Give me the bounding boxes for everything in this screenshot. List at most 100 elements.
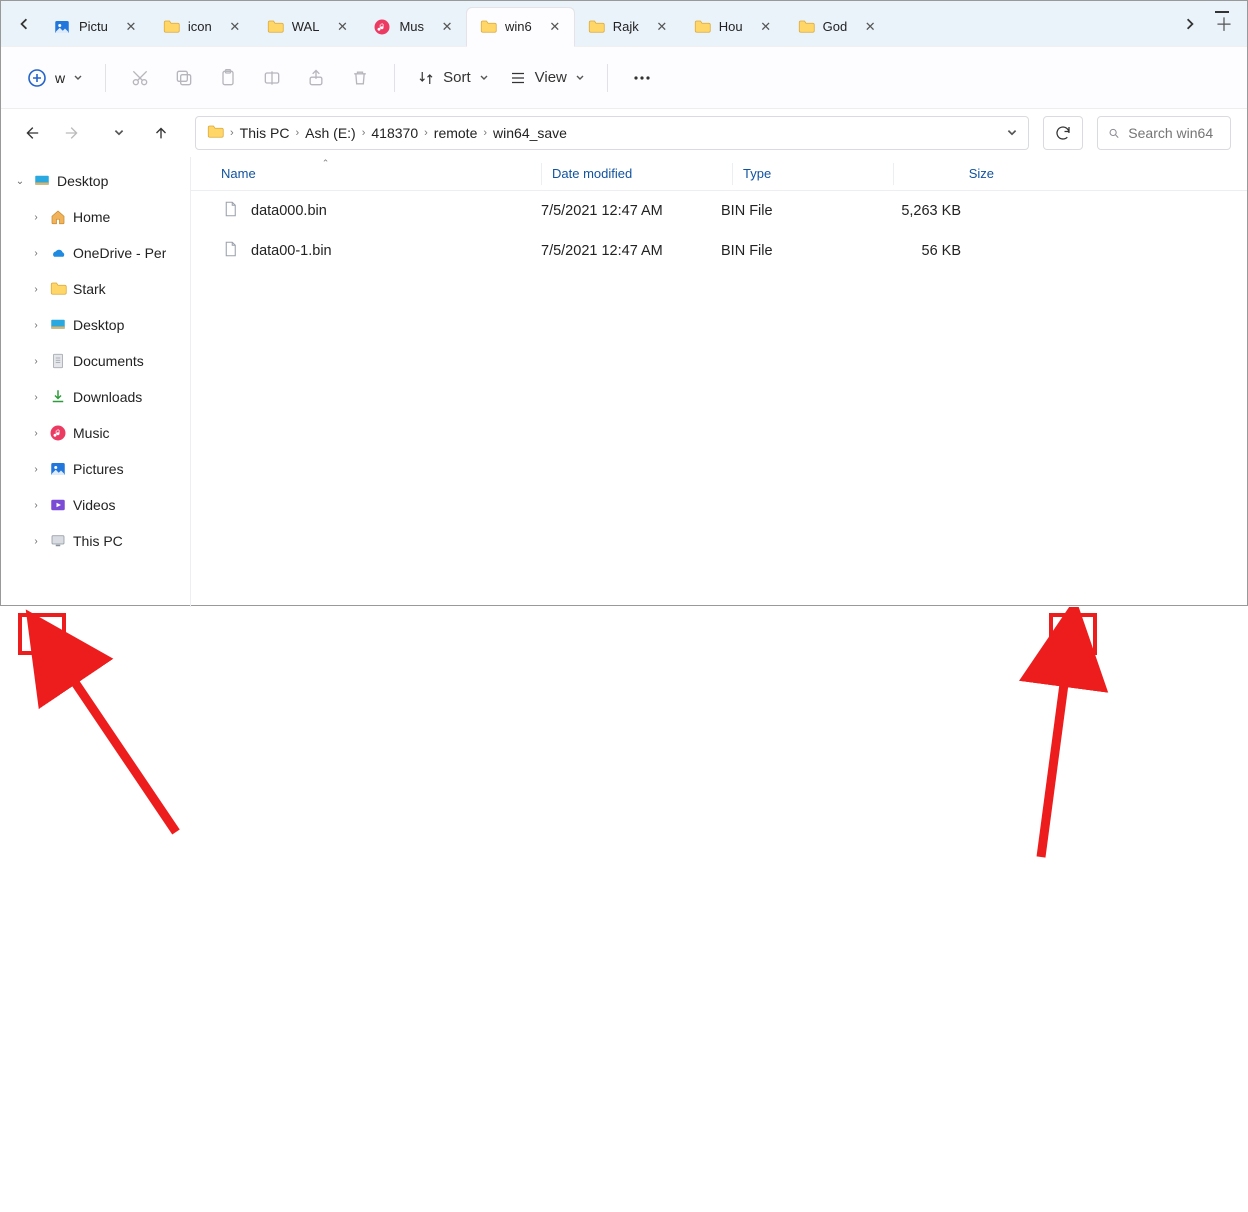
- chevron-right-icon[interactable]: ›: [29, 500, 43, 511]
- tab-close-button[interactable]: ✕: [653, 18, 671, 36]
- nav-back-button[interactable]: [17, 119, 45, 147]
- file-row[interactable]: data000.bin7/5/2021 12:47 AMBIN File5,26…: [191, 191, 1247, 231]
- tree-item-label: Downloads: [73, 389, 142, 405]
- paste-button[interactable]: [208, 58, 248, 98]
- search-box[interactable]: [1097, 116, 1231, 150]
- chevron-right-icon: ›: [362, 127, 366, 139]
- tab-label: Pictu: [79, 19, 108, 34]
- tree-root-desktop[interactable]: ⌄ Desktop: [1, 163, 190, 199]
- breadcrumb-segment[interactable]: Ash (E:): [305, 125, 356, 141]
- tab-win6[interactable]: win6✕: [466, 7, 575, 47]
- chevron-down-icon: [73, 73, 83, 83]
- chevron-right-icon[interactable]: ›: [29, 212, 43, 223]
- file-size: 56 KB: [871, 243, 961, 259]
- tree-item-label: Music: [73, 425, 110, 441]
- tab-close-button[interactable]: ✕: [438, 18, 456, 36]
- file-row[interactable]: data00-1.bin7/5/2021 12:47 AMBIN File56 …: [191, 231, 1247, 271]
- chevron-down-icon[interactable]: ⌄: [13, 176, 27, 187]
- tree-item-stark[interactable]: ›Stark: [1, 271, 190, 307]
- tab-mus[interactable]: Mus ✕: [361, 7, 466, 47]
- chevron-right-icon[interactable]: ›: [29, 392, 43, 403]
- tab-close-button[interactable]: ✕: [226, 18, 244, 36]
- column-date-label: Date modified: [552, 166, 632, 181]
- breadcrumb-segment[interactable]: 418370: [371, 125, 418, 141]
- column-name-label: Name: [221, 166, 256, 181]
- view-button[interactable]: View: [501, 58, 593, 98]
- chevron-right-icon: ›: [483, 127, 487, 139]
- column-type[interactable]: Type: [743, 166, 893, 181]
- toolbar-divider: [105, 64, 106, 92]
- delete-button[interactable]: [340, 58, 380, 98]
- file-size: 5,263 KB: [871, 203, 961, 219]
- tab-close-button[interactable]: ✕: [757, 18, 775, 36]
- tab-scroll-left-button[interactable]: [7, 7, 41, 41]
- tree-item-this-pc[interactable]: ›This PC: [1, 523, 190, 559]
- refresh-button[interactable]: [1043, 116, 1083, 150]
- tree-item-documents[interactable]: ›Documents: [1, 343, 190, 379]
- tree-item-desktop[interactable]: ›Desktop: [1, 307, 190, 343]
- tree-item-label: Pictures: [73, 461, 124, 477]
- window-minimize-button[interactable]: [1215, 11, 1229, 13]
- folder-icon: [479, 18, 497, 36]
- new-button[interactable]: w: [19, 58, 91, 98]
- breadcrumb-segment[interactable]: remote: [434, 125, 478, 141]
- chevron-right-icon[interactable]: ›: [29, 248, 43, 259]
- chevron-right-icon[interactable]: ›: [29, 536, 43, 547]
- tab-hou[interactable]: Hou✕: [681, 7, 785, 47]
- tab-pictu[interactable]: Pictu ✕: [41, 7, 150, 47]
- tree-item-onedrive-per[interactable]: ›OneDrive - Per: [1, 235, 190, 271]
- nav-recent-button[interactable]: [105, 119, 133, 147]
- tab-wal[interactable]: WAL✕: [254, 7, 362, 47]
- search-icon: [1108, 126, 1120, 141]
- column-size[interactable]: Size: [904, 166, 994, 181]
- chevron-right-icon[interactable]: ›: [29, 428, 43, 439]
- copy-button[interactable]: [164, 58, 204, 98]
- chevron-right-icon[interactable]: ›: [29, 320, 43, 331]
- column-separator[interactable]: [893, 163, 894, 185]
- sort-button[interactable]: Sort: [409, 58, 497, 98]
- tree-item-home[interactable]: ›Home: [1, 199, 190, 235]
- column-separator[interactable]: [732, 163, 733, 185]
- column-date[interactable]: Date modified: [552, 166, 732, 181]
- file-name: data000.bin: [251, 203, 541, 219]
- breadcrumb-segment[interactable]: win64_save: [493, 125, 567, 141]
- chevron-down-icon[interactable]: [1006, 127, 1018, 139]
- folder-icon: [49, 280, 67, 298]
- tab-scroll-right-button[interactable]: [1173, 7, 1207, 41]
- chevron-right-icon: ›: [424, 127, 428, 139]
- tab-rajk[interactable]: Rajk✕: [575, 7, 681, 47]
- tab-icon[interactable]: icon✕: [150, 7, 254, 47]
- downloads-icon: [49, 388, 67, 406]
- file-date: 7/5/2021 12:47 AM: [541, 243, 721, 259]
- folder-icon: [206, 123, 224, 144]
- breadcrumb-segment[interactable]: This PC: [240, 125, 290, 141]
- chevron-right-icon[interactable]: ›: [29, 356, 43, 367]
- rename-button[interactable]: [252, 58, 292, 98]
- breadcrumb-bar[interactable]: › This PC›Ash (E:)›418370›remote›win64_s…: [195, 116, 1029, 150]
- column-separator[interactable]: [541, 163, 542, 185]
- tree-item-downloads[interactable]: › Downloads: [1, 379, 190, 415]
- chevron-right-icon[interactable]: ›: [29, 464, 43, 475]
- tab-label: Mus: [399, 19, 424, 34]
- cut-button[interactable]: [120, 58, 160, 98]
- search-input[interactable]: [1128, 125, 1220, 141]
- tree-item-music[interactable]: › Music: [1, 415, 190, 451]
- column-size-label: Size: [969, 166, 994, 181]
- chevron-right-icon[interactable]: ›: [29, 284, 43, 295]
- file-type: BIN File: [721, 243, 871, 259]
- tab-close-button[interactable]: ✕: [333, 18, 351, 36]
- share-button[interactable]: [296, 58, 336, 98]
- tab-god[interactable]: God✕: [785, 7, 890, 47]
- file-list[interactable]: data000.bin 7/5/2021 12:47 AMBIN File 5,26…: [191, 191, 1247, 607]
- tree-item-videos[interactable]: ›Videos: [1, 487, 190, 523]
- tree-item-pictures[interactable]: › Pictures: [1, 451, 190, 487]
- tab-close-button[interactable]: ✕: [861, 18, 879, 36]
- tab-close-button[interactable]: ✕: [546, 18, 564, 36]
- column-name[interactable]: Name⌃: [221, 166, 541, 181]
- command-toolbar: w Sort View: [1, 47, 1247, 109]
- nav-forward-button[interactable]: [59, 119, 87, 147]
- nav-tree[interactable]: ⌄ Desktop ›Home›OneDrive - Per›Stark›Des…: [1, 157, 191, 607]
- tab-close-button[interactable]: ✕: [122, 18, 140, 36]
- nav-up-button[interactable]: [147, 119, 175, 147]
- more-button[interactable]: [622, 58, 662, 98]
